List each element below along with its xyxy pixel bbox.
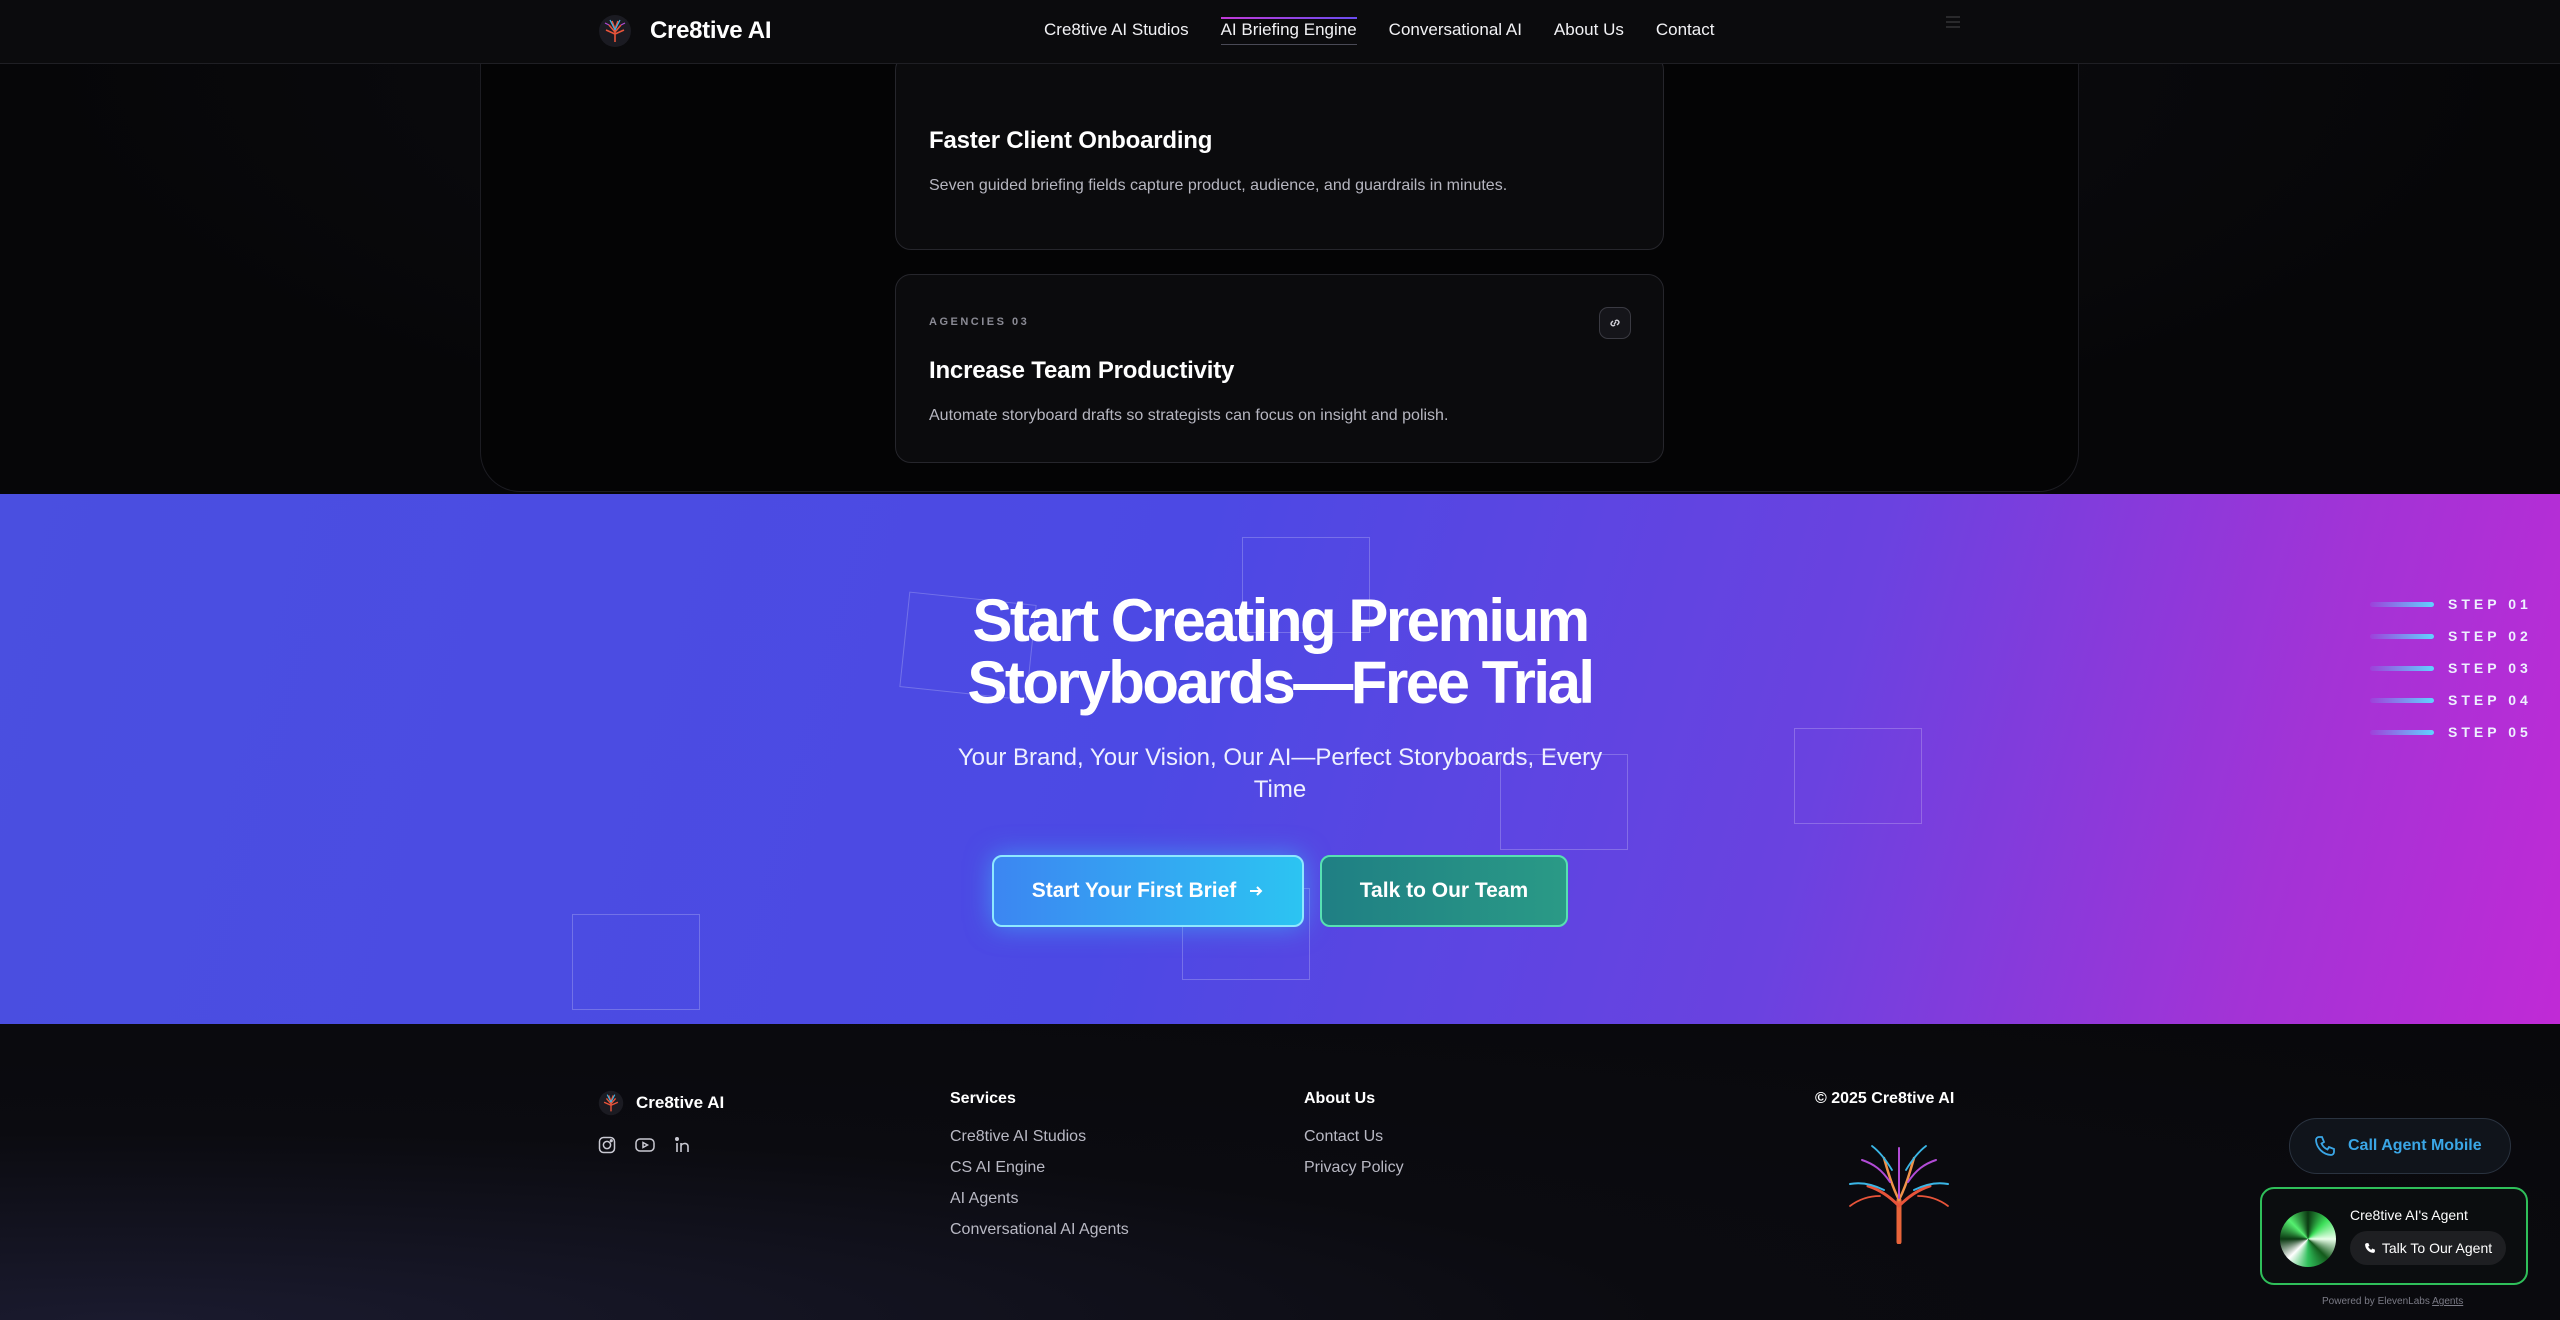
footer-about-column: About Us Contact Us Privacy Policy — [1304, 1090, 1404, 1190]
step-item[interactable]: STEP 04 — [2370, 684, 2532, 716]
decorative-square — [572, 914, 700, 1010]
footer-services-column: Services Cre8tive AI Studios CS AI Engin… — [950, 1090, 1129, 1252]
cta-heading: Start Creating Premium Storyboards—Free … — [0, 590, 2560, 714]
cta-heading-line-1: Start Creating Premium — [972, 587, 1590, 654]
brand-name: Cre8tive AI — [650, 17, 772, 44]
nav-cre8tive-ai-studios[interactable]: Cre8tive AI Studios — [1044, 20, 1189, 42]
brand-home-link[interactable]: Cre8tive AI — [598, 14, 772, 48]
step-item[interactable]: STEP 01 — [2370, 588, 2532, 620]
footer-services-heading: Services — [950, 1090, 1016, 1107]
features-section: Faster Client Onboarding Seven guided br… — [0, 24, 2560, 494]
talk-to-team-button[interactable]: Talk to Our Team — [1320, 855, 1568, 927]
card-title: Faster Client Onboarding — [929, 127, 1213, 154]
agent-title: Cre8tive AI's Agent — [2350, 1207, 2468, 1223]
link-icon — [1599, 307, 1631, 339]
step-bar — [2370, 665, 2434, 671]
linkedin-icon[interactable] — [672, 1134, 694, 1156]
card-title: Increase Team Productivity — [929, 357, 1235, 384]
phone-icon — [2315, 1136, 2335, 1156]
tree-logo-icon — [598, 1090, 624, 1116]
step-label: STEP 05 — [2448, 724, 2532, 740]
step-bar — [2370, 633, 2434, 639]
footer-brand[interactable]: Cre8tive AI — [598, 1090, 724, 1116]
footer-brand-name: Cre8tive AI — [636, 1093, 725, 1112]
step-label: STEP 04 — [2448, 692, 2532, 708]
cta-section: Start Creating Premium Storyboards—Free … — [0, 494, 2560, 1024]
talk-to-agent-button[interactable]: Talk To Our Agent — [2350, 1231, 2506, 1265]
copyright: © 2025 Cre8tive AI — [1815, 1090, 1955, 1107]
footer-link-privacy-policy[interactable]: Privacy Policy — [1304, 1159, 1404, 1177]
menu-icon — [1946, 16, 1960, 28]
tree-logo-icon — [1849, 1145, 1949, 1244]
step-item[interactable]: STEP 03 — [2370, 652, 2532, 684]
footer-link-ai-agents[interactable]: AI Agents — [950, 1190, 1129, 1208]
step-label: STEP 01 — [2448, 596, 2532, 612]
step-bar — [2370, 697, 2434, 703]
feature-card-onboarding: Faster Client Onboarding Seven guided br… — [895, 54, 1664, 250]
talk-to-agent-label: Talk To Our Agent — [2381, 1240, 2493, 1256]
decorative-square — [1794, 728, 1922, 824]
nav-conversational-ai[interactable]: Conversational AI — [1389, 20, 1522, 42]
footer-link-cre8tive-ai-studios[interactable]: Cre8tive AI Studios — [950, 1128, 1129, 1146]
powered-by-agents-link[interactable]: Agents — [2432, 1296, 2463, 1307]
agent-widget: Cre8tive AI's Agent Talk To Our Agent — [2260, 1187, 2528, 1285]
main-nav: Cre8tive AI Studios AI Briefing Engine C… — [1044, 17, 1715, 45]
feature-card-productivity: AGENCIES 03 Increase Team Productivity A… — [895, 274, 1664, 463]
site-footer: Cre8tive AI Services Cre8tive AI Studios… — [0, 1024, 2560, 1320]
instagram-icon[interactable] — [596, 1134, 618, 1156]
nav-contact[interactable]: Contact — [1656, 20, 1715, 42]
step-label: STEP 03 — [2448, 660, 2532, 676]
call-agent-mobile-label: Call Agent Mobile — [2348, 1137, 2482, 1154]
step-item[interactable]: STEP 05 — [2370, 716, 2532, 748]
cta-subtitle: Your Brand, Your Vision, Our AI—Perfect … — [957, 744, 1603, 803]
cta-heading-line-2: Storyboards—Free Trial — [967, 649, 1595, 716]
footer-link-contact-us[interactable]: Contact Us — [1304, 1128, 1404, 1146]
site-header: Cre8tive AI Cre8tive AI Studios AI Brief… — [0, 0, 2560, 64]
social-links — [596, 1134, 694, 1156]
button-label: Start Your First Brief — [1031, 879, 1237, 902]
footer-link-conversational-ai-agents[interactable]: Conversational AI Agents — [950, 1221, 1129, 1239]
step-indicator: STEP 01 STEP 02 STEP 03 STEP 04 STEP 05 — [2370, 588, 2532, 748]
footer-link-cs-ai-engine[interactable]: CS AI Engine — [950, 1159, 1129, 1177]
phone-icon — [2364, 1243, 2375, 1253]
step-item[interactable]: STEP 02 — [2370, 620, 2532, 652]
footer-about-heading: About Us — [1304, 1090, 1376, 1107]
step-label: STEP 02 — [2448, 628, 2532, 644]
call-agent-mobile-button[interactable]: Call Agent Mobile — [2289, 1118, 2511, 1174]
nav-ai-briefing-engine[interactable]: AI Briefing Engine — [1220, 17, 1357, 45]
card-description: Seven guided briefing fields capture pro… — [929, 177, 1508, 194]
agent-orb-icon — [2280, 1211, 2336, 1267]
card-tag: AGENCIES 03 — [929, 316, 1030, 328]
tree-logo-icon — [599, 15, 631, 47]
card-description: Automate storyboard drafts so strategist… — [929, 407, 1449, 424]
step-bar — [2370, 601, 2434, 607]
start-first-brief-button[interactable]: Start Your First Brief — [992, 855, 1304, 927]
powered-by: Powered by ElevenLabs Agents — [2322, 1296, 2463, 1307]
nav-about-us[interactable]: About Us — [1554, 20, 1624, 42]
step-bar — [2370, 729, 2434, 735]
powered-by-text: Powered by ElevenLabs — [2322, 1296, 2430, 1307]
youtube-icon[interactable] — [634, 1134, 656, 1156]
arrow-right-icon — [1250, 886, 1263, 896]
button-label: Talk to Our Team — [1359, 879, 1529, 902]
